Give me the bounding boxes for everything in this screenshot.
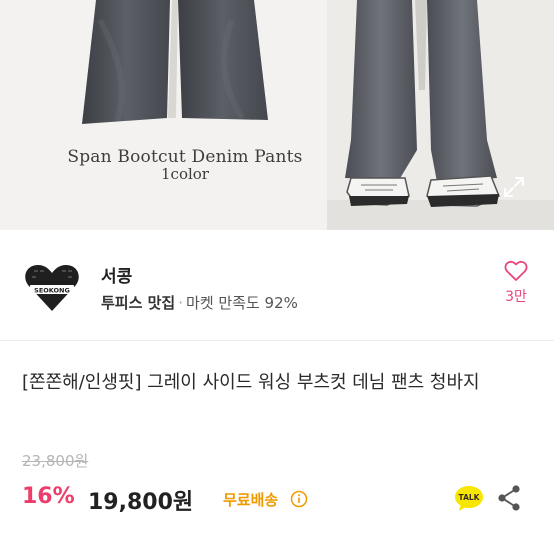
meta-separator: · [178, 294, 184, 312]
discount-rate: 16% [22, 484, 75, 509]
seller-section: SEOKONG 서콩 투피스 맛집 · 마켓 만족도 92% 3만 [0, 230, 554, 340]
free-shipping-label: 무료배송 [223, 491, 279, 509]
seller-logo[interactable]: SEOKONG [24, 263, 80, 313]
heart-icon [504, 260, 528, 281]
pants-flatlay-image [82, 0, 268, 124]
kakao-talk-button[interactable]: TALK [453, 484, 485, 512]
hero-title: Span Bootcut Denim Pants [67, 147, 303, 167]
like-button[interactable]: 3만 [494, 260, 538, 312]
svg-text:SEOKONG: SEOKONG [34, 287, 70, 295]
sale-price: 19,800원 [88, 490, 194, 515]
talk-label: TALK [459, 493, 481, 502]
product-image[interactable]: Span Bootcut Denim Pants 1color [0, 0, 554, 230]
product-title: [쫀쫀해/인생핏] 그레이 사이드 워싱 부츠컷 데님 팬츠 청바지 [22, 372, 480, 393]
seller-meta: 투피스 맛집 · 마켓 만족도 92% [101, 292, 298, 313]
info-icon[interactable] [290, 490, 308, 508]
section-divider [0, 340, 554, 341]
market-satisfaction: 마켓 만족도 92% [186, 294, 298, 312]
seller-tag: 투피스 맛집 [101, 294, 176, 312]
original-price: 23,800원 [22, 452, 89, 470]
hero-subtitle: 1color [161, 165, 209, 183]
share-icon[interactable] [496, 484, 522, 512]
like-count: 3만 [505, 289, 527, 305]
seller-name[interactable]: 서콩 [101, 262, 132, 287]
expand-icon[interactable] [502, 175, 526, 199]
